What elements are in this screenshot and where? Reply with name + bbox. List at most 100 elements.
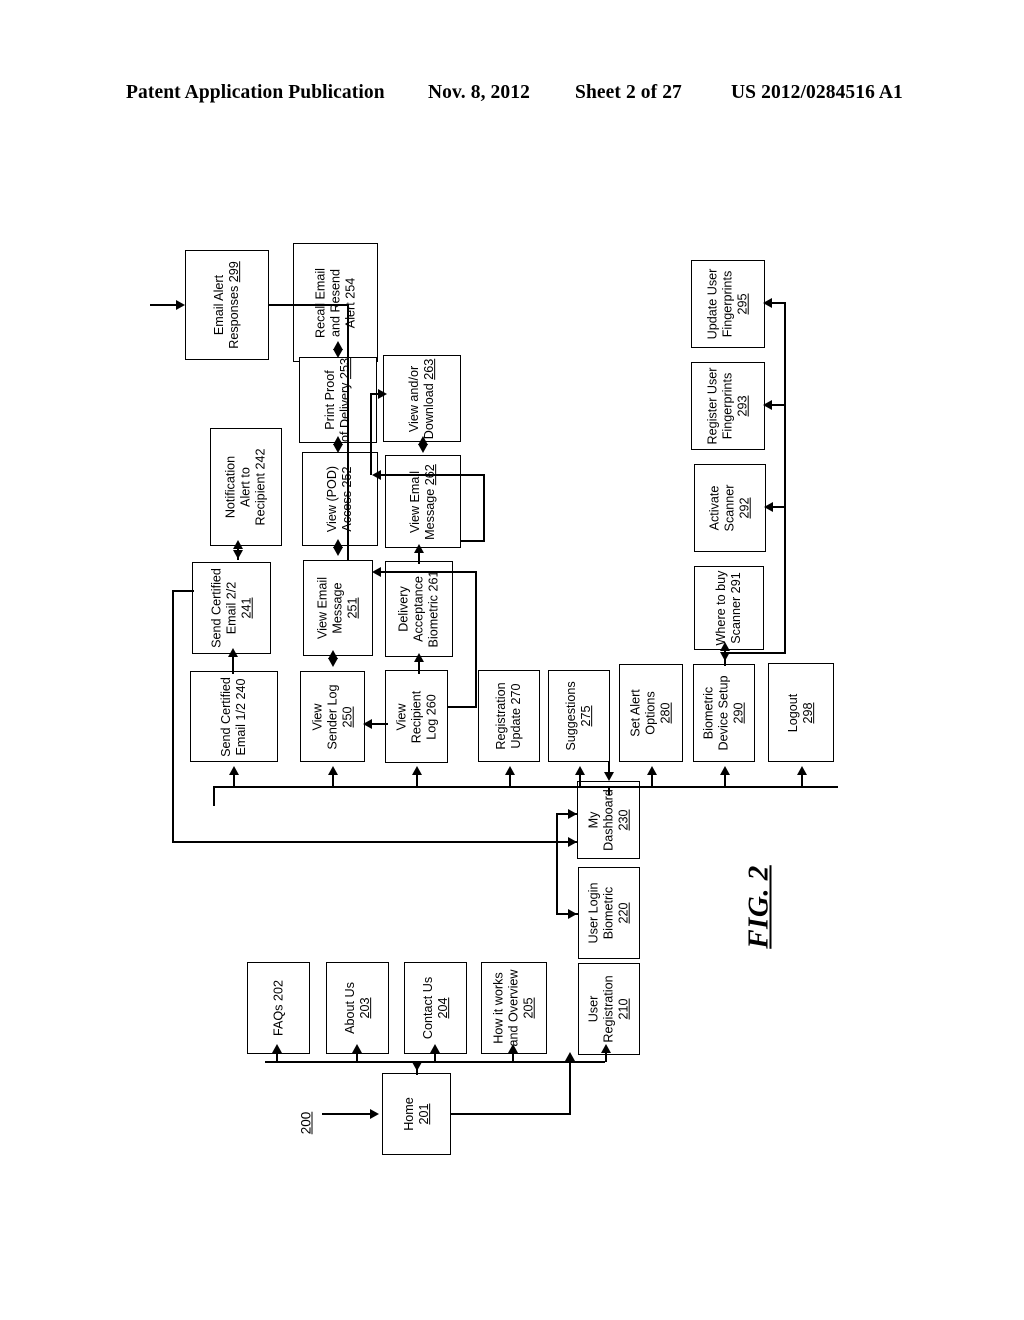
connector-241-left-bus [172,590,174,842]
node-view-and-or-download-263: View and/or Download 263 [383,355,461,442]
connector-240-to-241 [232,656,234,674]
node-label: User Registration 210 [586,975,631,1043]
stem-bus-280 [651,772,653,787]
node-label: Send Certified Email 1/2 240 [219,676,248,757]
node-label: Notification Alert to Recipient 242 [223,448,268,526]
stem-bus-203 [356,1050,358,1062]
node-label: Where to buy Scanner 291 [714,570,743,646]
connector-263-feed-bus [370,393,372,475]
connector-299-bus-vertical [347,304,349,560]
node-notification-alert-to-recipient-242: Notification Alert to Recipient 242 [210,428,282,546]
connector-262-right-stub [461,540,485,542]
arrowhead-bus-to-252 [372,470,381,480]
node-label: How it works and Overview 205 [491,969,536,1047]
node-suggestions-275: Suggestions 275 [548,670,610,762]
node-view-sender-log-250: View Sender Log 250 [300,671,365,762]
node-label: View (POD) Access 252 [325,465,354,533]
node-update-user-fingerprints-295: Update User Fingerprints 295 [691,260,765,348]
node-send-certified-email-1-2-240: Send Certified Email 1/2 240 [190,671,278,762]
node-label: Delivery Acceptance Biometric 261 [396,570,441,648]
reference-numeral-200: 200 [298,1111,314,1135]
node-label: My Dashboard 230 [586,789,630,851]
main-horizontal-bus [213,786,838,788]
node-register-user-fingerprints-293: Register User Fingerprints 293 [691,362,765,450]
stem-bus-204 [434,1050,436,1062]
arrowhead-bus-down-to-dashboard [604,772,614,781]
node-label: Suggestions 275 [564,681,593,751]
arrowhead-263-to-262 [418,444,428,453]
node-set-alert-options-280: Set Alert Options 280 [619,664,683,762]
stem-bus-298 [801,772,803,787]
node-biometric-device-setup-290: Biometric Device Setup 290 [693,664,755,762]
node-label: Send Certified Email 2/2 241 [209,568,253,648]
connector-260-bus-to-251 [378,571,476,573]
node-faqs-202: FAQs 202 [247,962,310,1054]
node-label: User Login Biometric 220 [586,882,631,944]
connector-dashboard-top-stem [608,762,610,772]
node-view-recipient-log-260: View Recipient Log 260 [385,670,448,763]
node-how-it-works-and-overview-205: How it works and Overview 205 [481,962,547,1054]
node-view-pod-access-252: View (POD) Access 252 [302,452,378,546]
stem-bus-290 [724,772,726,787]
arrowhead-bus-to-293 [763,400,772,410]
node-label: Email Alert Responses 299 [212,261,241,349]
node-logout-298: Logout 298 [768,663,834,762]
node-label: Biometric Device Setup 290 [701,675,746,751]
node-label: View and/or Download 263 [407,358,436,439]
connector-260-right-stub [448,706,477,708]
node-label: View Sender Log 250 [310,683,354,750]
arrowhead-to-299 [176,300,185,310]
connector-home-right-up [569,1060,571,1115]
figure-2-flow-diagram: Email Alert Responses 299 Recall Email a… [0,0,1024,1320]
arrowhead-253-to-252 [333,444,343,453]
arrowhead-feed-to-263 [378,389,387,399]
connector-262-bus-to-252 [378,474,485,476]
node-label: View Recipient Log 260 [394,690,438,743]
arrowhead-261-to-262 [414,544,424,553]
arrowhead-254-to-253 [333,349,343,358]
stem-bus-202 [276,1050,278,1062]
node-view-email-message-251: View Email Message 251 [303,560,373,656]
scanner-bus-bottom [724,652,786,654]
connector-220-to-dashboard-v [556,813,558,913]
arrowhead-bus-to-home [412,1062,422,1071]
node-email-alert-responses-299: Email Alert Responses 299 [185,250,269,360]
stem-bus-260 [416,772,418,787]
connector-262-right-bus [483,474,485,542]
node-activate-scanner-292: Activate Scanner 292 [694,464,766,552]
connector-261-to-262 [418,552,420,564]
scanner-right-bus [784,302,786,654]
arrowhead-bus-to-295 [763,298,772,308]
arrowhead-251-to-250 [328,658,338,667]
figure-caption: FIG. 2 [742,865,775,949]
stem-bus-210 [605,1050,607,1062]
node-user-registration-210: User Registration 210 [578,963,640,1055]
node-delivery-acceptance-biometric-261: Delivery Acceptance Biometric 261 [385,561,453,657]
node-label: Update User Fingerprints 295 [705,268,750,340]
scanner-bus-to-293 [770,404,786,406]
connector-200-to-home [322,1113,374,1115]
stem-bus-270 [509,772,511,787]
node-print-proof-of-delivery-253: Print Proof of Delivery 253 [299,357,377,443]
node-label: About Us 203 [342,982,372,1034]
node-where-to-buy-scanner-291: Where to buy Scanner 291 [694,566,764,650]
arrowhead-bus-to-292 [764,502,773,512]
stem-bus-275 [579,772,581,787]
stem-bus-240 [233,772,235,787]
connector-241-left-stub [172,590,194,592]
arrowhead-bus-to-dashboard [568,837,577,847]
node-about-us-203: About Us 203 [326,962,389,1054]
node-label: Logout 298 [786,693,815,732]
bus-to-dashboard-leg [608,786,610,795]
arrowhead-home-to-column [565,1052,575,1061]
arrowhead-290-to-291 [720,642,730,651]
node-view-email-message-262: View Email Message 262 [385,455,461,548]
node-registration-update-270: Registration Update 270 [478,670,540,762]
scanner-bus-to-292 [772,506,786,508]
arrowhead-240-to-241 [228,648,238,657]
stem-bus-250 [332,772,334,787]
arrowhead-241-to-242 [233,540,243,549]
connector-241-bus-to-dashboard [172,841,578,843]
arrowhead-200-to-home [370,1109,379,1119]
node-home-201: Home 201 [382,1073,451,1155]
